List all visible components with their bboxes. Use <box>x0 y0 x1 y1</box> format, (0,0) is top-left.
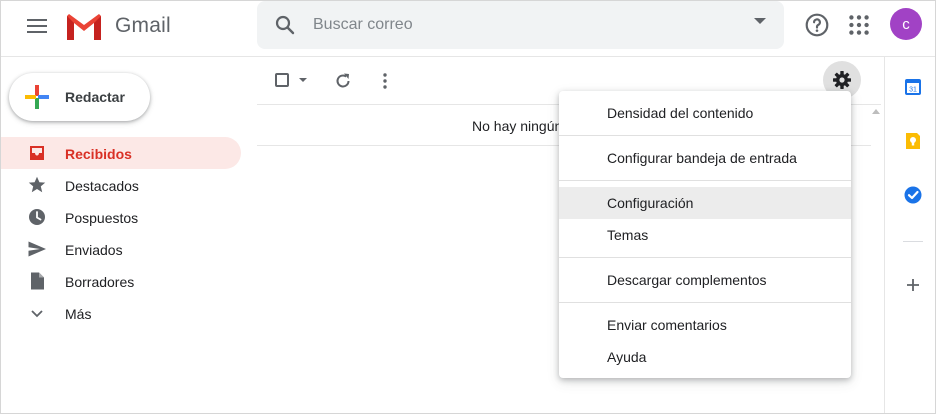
sidebar-item-inbox[interactable]: Recibidos <box>1 137 241 169</box>
menu-item-label: Configuración <box>607 195 694 211</box>
top-header: Gmail c <box>1 1 935 57</box>
draft-icon <box>31 272 44 290</box>
calendar-icon[interactable]: 31 <box>903 77 923 97</box>
menu-item-label: Configurar bandeja de entrada <box>607 150 797 166</box>
compose-label: Redactar <box>65 89 125 105</box>
gmail-window: Gmail c <box>0 0 936 414</box>
sidebar-nav: Recibidos Destacados Pospuestos Enviados <box>1 137 241 329</box>
select-options-chevron-icon[interactable] <box>299 78 307 82</box>
scroll-up-arrow-icon[interactable] <box>872 109 880 114</box>
sidebar-item-label: Más <box>65 306 92 322</box>
select-all-checkbox[interactable] <box>275 73 289 87</box>
search-bar[interactable] <box>257 1 784 49</box>
side-panel: 31 <box>884 57 935 413</box>
sidebar-item-label: Recibidos <box>65 146 132 162</box>
gear-icon <box>833 71 851 89</box>
chevron-down-icon <box>31 310 43 318</box>
sidebar-item-drafts[interactable]: Borradores <box>1 265 241 297</box>
sidebar-item-label: Enviados <box>65 242 123 258</box>
star-icon <box>28 176 46 193</box>
inbox-icon <box>30 146 44 160</box>
menu-item-label: Densidad del contenido <box>607 105 754 121</box>
gmail-logo[interactable]: Gmail <box>65 10 171 42</box>
menu-item-label: Temas <box>607 227 649 243</box>
add-addon-plus-icon[interactable] <box>903 275 923 295</box>
sidebar-item-sent[interactable]: Enviados <box>1 233 241 265</box>
more-vertical-icon[interactable] <box>375 71 395 91</box>
sidebar-item-more[interactable]: Más <box>1 297 241 329</box>
gmail-wordmark: Gmail <box>115 14 171 37</box>
plus-icon <box>25 85 49 109</box>
calendar-day-number: 31 <box>909 86 917 93</box>
clock-icon <box>29 209 45 225</box>
compose-button[interactable]: Redactar <box>9 73 150 121</box>
tasks-icon[interactable] <box>903 185 923 205</box>
sidebar-item-label: Destacados <box>65 178 139 194</box>
empty-inbox-message: No hay ningún <box>472 118 563 134</box>
side-panel-divider <box>903 241 923 242</box>
account-avatar[interactable]: c <box>890 8 922 40</box>
apps-grid-icon[interactable] <box>846 12 872 38</box>
hamburger-icon <box>27 19 47 33</box>
send-icon <box>28 241 46 257</box>
menu-item-display-density[interactable]: Densidad del contenido <box>559 97 851 129</box>
menu-item-help[interactable]: Ayuda <box>559 341 851 373</box>
sidebar-item-snoozed[interactable]: Pospuestos <box>1 201 241 233</box>
menu-divider <box>559 302 851 303</box>
menu-divider <box>559 257 851 258</box>
menu-item-label: Enviar comentarios <box>607 317 727 333</box>
search-options-icon[interactable] <box>754 18 766 24</box>
search-input[interactable] <box>313 13 713 37</box>
sidebar-item-starred[interactable]: Destacados <box>1 169 241 201</box>
main-menu-button[interactable] <box>21 10 53 42</box>
sidebar-item-label: Pospuestos <box>65 210 139 226</box>
gmail-m-icon <box>67 14 101 40</box>
sidebar-item-label: Borradores <box>65 274 135 290</box>
search-icon[interactable] <box>273 13 297 37</box>
menu-item-label: Descargar complementos <box>607 272 767 288</box>
menu-item-label: Ayuda <box>607 349 647 365</box>
menu-item-settings[interactable]: Configuración <box>559 187 851 219</box>
keep-icon[interactable] <box>903 131 923 151</box>
menu-item-themes[interactable]: Temas <box>559 219 851 251</box>
help-icon[interactable] <box>804 12 830 38</box>
menu-divider <box>559 135 851 136</box>
menu-divider <box>559 180 851 181</box>
refresh-icon[interactable] <box>333 71 353 91</box>
menu-item-send-feedback[interactable]: Enviar comentarios <box>559 309 851 341</box>
menu-item-get-addons[interactable]: Descargar complementos <box>559 264 851 296</box>
settings-dropdown-menu: Densidad del contenido Configurar bandej… <box>559 91 851 378</box>
menu-item-configure-inbox[interactable]: Configurar bandeja de entrada <box>559 142 851 174</box>
